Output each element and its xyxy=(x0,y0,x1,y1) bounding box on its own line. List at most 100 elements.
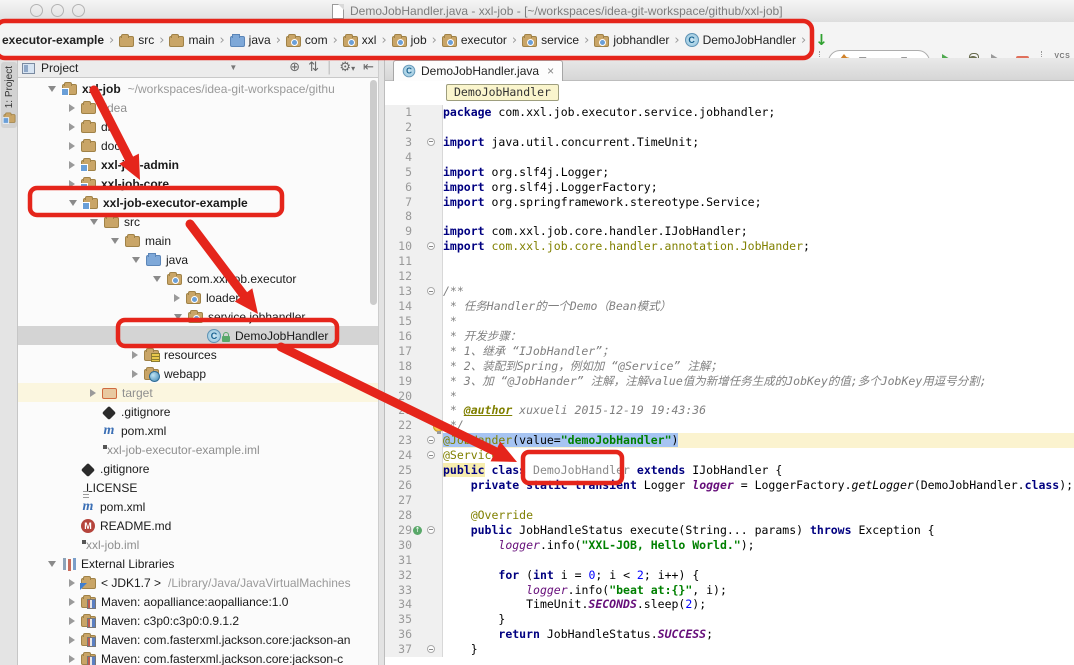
fold-marker-icon[interactable] xyxy=(427,436,435,444)
code-line-text[interactable]: import org.springframework.stereotype.Se… xyxy=(443,195,1074,210)
breadcrumb-executor-example[interactable]: executor-example xyxy=(2,33,104,47)
expand-arrow-icon[interactable] xyxy=(48,561,56,567)
code-line-text[interactable]: import java.util.concurrent.TimeUnit; xyxy=(443,135,1074,150)
code-line-19[interactable]: 19 * 3、加 “@JobHander” 注解，注解value值为新增任务生成… xyxy=(385,374,1074,389)
code-line-27[interactable]: 27 xyxy=(385,493,1074,508)
breadcrumb-demojobhandler[interactable]: DemoJobHandler xyxy=(685,33,796,47)
gutter-line-36[interactable]: 36 xyxy=(385,627,443,642)
gutter-line-27[interactable]: 27 xyxy=(385,493,443,508)
breadcrumb-job[interactable]: job xyxy=(392,33,427,47)
expand-arrow-icon[interactable] xyxy=(111,238,119,244)
code-line-text[interactable]: * 3、加 “@JobHander” 注解，注解value值为新增任务生成的Jo… xyxy=(443,374,1074,389)
code-line-33[interactable]: 33 logger.info("beat at:{}", i); xyxy=(385,583,1074,598)
fold-marker-icon[interactable] xyxy=(427,287,435,295)
code-line-21[interactable]: 21 * @author xuxueli 2015-12-19 19:43:36 xyxy=(385,403,1074,418)
code-line-text[interactable]: logger.info("beat at:{}", i); xyxy=(443,583,1074,598)
code-line-9[interactable]: 9import com.xxl.job.core.handler.IJobHan… xyxy=(385,224,1074,239)
tree-scrollbar[interactable] xyxy=(370,80,377,305)
tree-item-service-jobhandler[interactable]: service.jobhandler xyxy=(18,307,378,326)
tree-item-external-libraries[interactable]: External Libraries xyxy=(18,554,378,573)
code-line-30[interactable]: 30 logger.info("XXL-JOB, Hello World."); xyxy=(385,538,1074,553)
code-line-text[interactable]: public JobHandleStatus execute(String...… xyxy=(443,523,1074,538)
tree-item-db[interactable]: db xyxy=(18,117,378,136)
tree-item-target[interactable]: target xyxy=(18,383,378,402)
code-line-31[interactable]: 31 xyxy=(385,553,1074,568)
collapse-all-icon[interactable]: ⇅ xyxy=(308,60,319,75)
code-line-37[interactable]: 37 } xyxy=(385,642,1074,657)
intention-bulb-icon[interactable] xyxy=(433,421,444,432)
breadcrumb-java[interactable]: java xyxy=(230,33,271,47)
code-line-8[interactable]: 8 xyxy=(385,209,1074,224)
close-window-icon[interactable] xyxy=(30,4,43,17)
tree-item-loader[interactable]: loader xyxy=(18,288,378,307)
code-line-5[interactable]: 5import org.slf4j.Logger; xyxy=(385,165,1074,180)
code-line-text[interactable]: return JobHandleStatus.SUCCESS; xyxy=(443,627,1074,642)
gutter-line-30[interactable]: 30 xyxy=(385,538,443,553)
code-line-text[interactable] xyxy=(443,150,1074,165)
tree-item-xxl-job[interactable]: xxl-job~/workspaces/idea-git-workspace/g… xyxy=(18,79,378,98)
breadcrumb-com[interactable]: com xyxy=(286,33,328,47)
gutter-line-17[interactable]: 17 xyxy=(385,344,443,359)
code-line-32[interactable]: 32 for (int i = 0; i < 2; i++) { xyxy=(385,568,1074,583)
code-line-2[interactable]: 2 xyxy=(385,120,1074,135)
tree-item-java[interactable]: java xyxy=(18,250,378,269)
gutter-line-20[interactable]: 20 xyxy=(385,389,443,404)
expand-arrow-icon[interactable] xyxy=(69,123,75,131)
code-line-text[interactable]: * xyxy=(443,389,1074,404)
gutter-line-21[interactable]: 21 xyxy=(385,403,443,418)
code-line-14[interactable]: 14 * 任务Handler的一个Demo（Bean模式） xyxy=(385,299,1074,314)
tree-item-maven-com-fasterxml-jackson-core-jackson-c[interactable]: Maven: com.fasterxml.jackson.core:jackso… xyxy=(18,649,378,665)
code-line-17[interactable]: 17 * 1、继承 “IJobHandler”； xyxy=(385,344,1074,359)
tree-item-maven-c3p0-c3p0-0-9-1-2[interactable]: Maven: c3p0:c3p0:0.9.1.2 xyxy=(18,611,378,630)
code-line-text[interactable] xyxy=(443,553,1074,568)
override-marker-icon[interactable]: ↑ xyxy=(413,526,422,535)
zoom-window-icon[interactable] xyxy=(72,4,85,17)
expand-arrow-icon[interactable] xyxy=(174,294,180,302)
code-line-text[interactable]: * @author xuxueli 2015-12-19 19:43:36 xyxy=(443,403,1074,418)
expand-arrow-icon[interactable] xyxy=(69,655,75,663)
gutter-line-34[interactable]: 34 xyxy=(385,597,443,612)
code-line-text[interactable]: * xyxy=(443,314,1074,329)
panel-splitter[interactable] xyxy=(378,58,385,665)
tree-item-maven-com-fasterxml-jackson-core-jackson-an[interactable]: Maven: com.fasterxml.jackson.core:jackso… xyxy=(18,630,378,649)
tree-item-gitignore[interactable]: .gitignore xyxy=(18,402,378,421)
code-line-22[interactable]: 22 */ xyxy=(385,418,1074,433)
code-line-28[interactable]: 28 @Override xyxy=(385,508,1074,523)
code-line-text[interactable] xyxy=(443,493,1074,508)
gutter-line-31[interactable]: 31 xyxy=(385,553,443,568)
expand-arrow-icon[interactable] xyxy=(69,579,75,587)
code-line-13[interactable]: 13/** xyxy=(385,284,1074,299)
breadcrumb-service[interactable]: service xyxy=(522,33,579,47)
close-tab-icon[interactable]: × xyxy=(547,64,554,78)
gutter-line-6[interactable]: 6 xyxy=(385,180,443,195)
gutter-line-12[interactable]: 12 xyxy=(385,269,443,284)
gutter-line-25[interactable]: 25 xyxy=(385,463,443,478)
expand-arrow-icon[interactable] xyxy=(69,598,75,606)
breadcrumb-xxl[interactable]: xxl xyxy=(343,33,377,47)
gutter-line-5[interactable]: 5 xyxy=(385,165,443,180)
code-line-26[interactable]: 26 private static transient Logger logge… xyxy=(385,478,1074,493)
gutter-line-29[interactable]: 29↑ xyxy=(385,523,443,538)
expand-arrow-icon[interactable] xyxy=(69,142,75,150)
code-line-text[interactable]: for (int i = 0; i < 2; i++) { xyxy=(443,568,1074,583)
gutter-line-15[interactable]: 15 xyxy=(385,314,443,329)
tree-item-doc[interactable]: doc xyxy=(18,136,378,155)
chevron-down-icon[interactable]: ▼ xyxy=(229,63,237,72)
code-line-text[interactable]: import com.xxl.job.core.handler.IJobHand… xyxy=(443,224,1074,239)
expand-arrow-icon[interactable] xyxy=(69,104,75,112)
expand-arrow-icon[interactable] xyxy=(69,636,75,644)
tree-item-demojobhandler[interactable]: DemoJobHandler xyxy=(18,326,378,345)
code-line-12[interactable]: 12 xyxy=(385,269,1074,284)
expand-arrow-icon[interactable] xyxy=(90,389,96,397)
code-line-16[interactable]: 16 * 开发步骤： xyxy=(385,329,1074,344)
gutter-line-23[interactable]: 23 xyxy=(385,433,443,448)
code-line-text[interactable]: /** xyxy=(443,284,1074,299)
expand-arrow-icon[interactable] xyxy=(132,257,140,263)
gutter-line-35[interactable]: 35 xyxy=(385,612,443,627)
gutter-line-9[interactable]: 9 xyxy=(385,224,443,239)
tree-item-resources[interactable]: resources xyxy=(18,345,378,364)
gutter-line-8[interactable]: 8 xyxy=(385,209,443,224)
tree-item-xxl-job-admin[interactable]: xxl-job-admin xyxy=(18,155,378,174)
minimize-window-icon[interactable] xyxy=(51,4,64,17)
fold-marker-icon[interactable] xyxy=(427,242,435,250)
